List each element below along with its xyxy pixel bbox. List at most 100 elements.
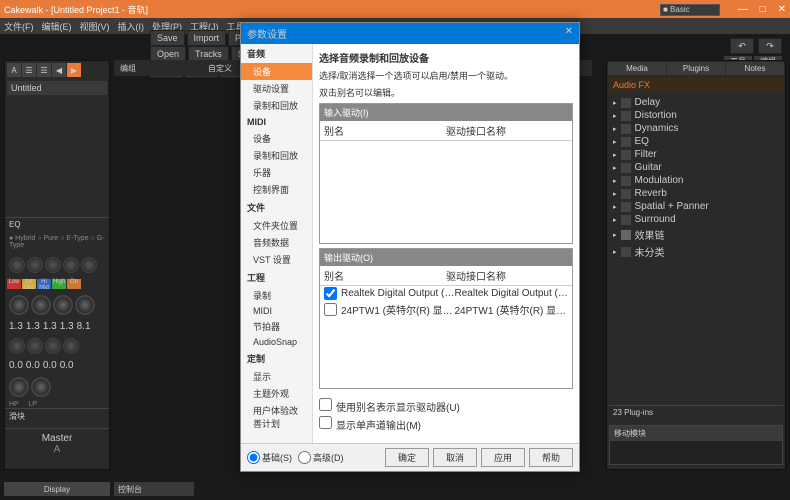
basic-radio[interactable]: 基础(S) (247, 451, 292, 464)
fx-category[interactable]: Reverb (609, 187, 783, 200)
sidebar-item[interactable]: 设备 (241, 63, 312, 80)
console-tab[interactable]: 控制台 (114, 482, 194, 496)
driver-check[interactable] (324, 303, 337, 316)
sidebar-item[interactable]: 音频数据 (241, 234, 312, 251)
freq-knob[interactable] (27, 338, 43, 354)
import-button[interactable]: Import (187, 30, 227, 46)
maximize-button[interactable]: □ (760, 4, 766, 15)
audiofx-header[interactable]: Audio FX (609, 78, 783, 92)
eq-knob[interactable] (9, 257, 25, 273)
sidebar-item[interactable]: 显示 (241, 368, 312, 385)
group-label[interactable]: 编组 (114, 63, 142, 74)
hp-knob[interactable] (9, 377, 29, 397)
gain-knob[interactable] (9, 295, 29, 315)
show-mono-check[interactable]: 显示单声道输出(M) (319, 415, 573, 433)
display-button[interactable]: Display (4, 482, 110, 496)
tab-active[interactable]: ▶ (67, 63, 81, 77)
menu-item[interactable]: 插入(I) (118, 20, 145, 33)
tab-plugins[interactable]: Plugins (667, 62, 725, 75)
section-heading: 选择音频录制和回放设备 (319, 50, 573, 65)
col-driver: 驱动接口名称 (446, 123, 568, 138)
tab-c[interactable]: ☰ (37, 63, 51, 77)
workspace-combo[interactable]: ■ Basic (660, 4, 720, 16)
tab-d[interactable]: ◀ (52, 63, 66, 77)
sidebar-item[interactable]: 控制界面 (241, 181, 312, 198)
band-lomid[interactable]: Lo Mid (22, 279, 36, 289)
driver-row[interactable]: Realtek Digital Output (Realtek(R) A...R… (320, 286, 572, 301)
fx-category[interactable]: Spatial + Panner (609, 200, 783, 213)
band-on[interactable]: On (67, 279, 81, 289)
sidebar-item[interactable]: VST 设置 (241, 251, 312, 268)
menu-item[interactable]: 文件(F) (4, 20, 34, 33)
custom-label[interactable]: 自定义 (202, 63, 238, 74)
driver-check[interactable] (324, 287, 337, 300)
close-button[interactable]: ✕ (778, 4, 786, 15)
freq-knob[interactable] (9, 338, 25, 354)
apply-button[interactable]: 应用 (481, 448, 525, 467)
section-desc2: 双击别名可以编辑。 (319, 86, 573, 99)
fx-category[interactable]: Surround (609, 213, 783, 226)
driver-row[interactable]: 24PTW1 (英特尔(R) 显示器音频)24PTW1 (英特尔(R) 显示器音… (320, 301, 572, 318)
sidebar-item[interactable]: 设备 (241, 130, 312, 147)
fx-category[interactable]: Guitar (609, 161, 783, 174)
save-button[interactable]: Save (150, 30, 185, 46)
tab-media[interactable]: Media (608, 62, 666, 75)
gain-knob[interactable] (53, 295, 73, 315)
sidebar-item[interactable]: 用户体验改善计划 (241, 402, 312, 432)
freq-knob[interactable] (45, 338, 61, 354)
fx-category[interactable]: Delay (609, 96, 783, 109)
tab-notes[interactable]: Notes (726, 62, 784, 75)
eq-knob[interactable] (45, 257, 61, 273)
track-name[interactable]: Untitled (7, 81, 107, 95)
tab-a[interactable]: A (7, 63, 21, 77)
gain-value: 0.0 (9, 360, 23, 371)
band-high[interactable]: High (52, 279, 66, 289)
sidebar-item[interactable]: 文件夹位置 (241, 217, 312, 234)
cancel-button[interactable]: 取消 (433, 448, 477, 467)
dialog-close-icon[interactable]: ✕ (565, 26, 573, 41)
dialog-footer: 基础(S) 高级(D) 确定 取消 应用 帮助 (241, 443, 579, 471)
ok-button[interactable]: 确定 (385, 448, 429, 467)
menu-item[interactable]: 编辑(E) (42, 20, 72, 33)
advanced-radio[interactable]: 高级(D) (298, 451, 344, 464)
tab-b[interactable]: ☰ (22, 63, 36, 77)
sidebar-item[interactable]: 节拍器 (241, 318, 312, 335)
inspector-panel: A ☰ ☰ ◀ ▶ Untitled EQ ● Hybrid ○ Pure ○ … (4, 60, 110, 470)
minimize-button[interactable]: — (738, 4, 748, 15)
sidebar-item[interactable]: 驱动设置 (241, 80, 312, 97)
fx-category[interactable]: Distortion (609, 109, 783, 122)
fx-category[interactable]: EQ (609, 135, 783, 148)
fx-category-list: Delay Distortion Dynamics EQ Filter Guit… (607, 94, 785, 262)
eq-knob[interactable] (81, 257, 97, 273)
fx-category[interactable]: Filter (609, 148, 783, 161)
help-button[interactable]: 帮助 (529, 448, 573, 467)
eq-knob[interactable] (27, 257, 43, 273)
hybrid-mode[interactable]: ● Hybrid ○ Pure ○ E-Type ○ G-Type (5, 231, 109, 253)
col-alias: 别名 (324, 268, 446, 283)
band-himid[interactable]: Hi Mid (37, 279, 51, 289)
fx-category[interactable]: Modulation (609, 174, 783, 187)
sidebar-item[interactable]: AudioSnap (241, 335, 312, 349)
sidebar-item[interactable]: 录制和回放 (241, 147, 312, 164)
fx-category[interactable]: 未分类 (609, 243, 783, 260)
use-alias-check[interactable]: 使用别名表示显示驱动器(U) (319, 397, 573, 415)
band-low[interactable]: Low (7, 279, 21, 289)
lp-knob[interactable] (31, 377, 51, 397)
fx-category[interactable]: Dynamics (609, 122, 783, 135)
gain-knob[interactable] (31, 295, 51, 315)
redo-icon[interactable]: ↷ (758, 38, 782, 54)
sidebar-item[interactable]: 主题外观 (241, 385, 312, 402)
fx-category[interactable]: 效果链 (609, 226, 783, 243)
menu-item[interactable]: 视图(V) (80, 20, 110, 33)
sidebar-item[interactable]: 乐器 (241, 164, 312, 181)
section-desc: 选择/取消选择一个选项可以启用/禁用一个驱动。 (319, 69, 573, 82)
sidebar-item[interactable]: MIDI (241, 304, 312, 318)
gain-knob[interactable] (75, 295, 95, 315)
freq-knob[interactable] (63, 338, 79, 354)
sidebar-item[interactable]: 录制和回放 (241, 97, 312, 114)
sidebar-item[interactable]: 录制 (241, 287, 312, 304)
browser-panel: Media Plugins Notes Audio FX Delay Disto… (606, 60, 786, 470)
eq-knob[interactable] (63, 257, 79, 273)
undo-icon[interactable]: ↶ (730, 38, 754, 54)
driver-alias: 24PTW1 (英特尔(R) 显示器音频) (341, 302, 455, 317)
